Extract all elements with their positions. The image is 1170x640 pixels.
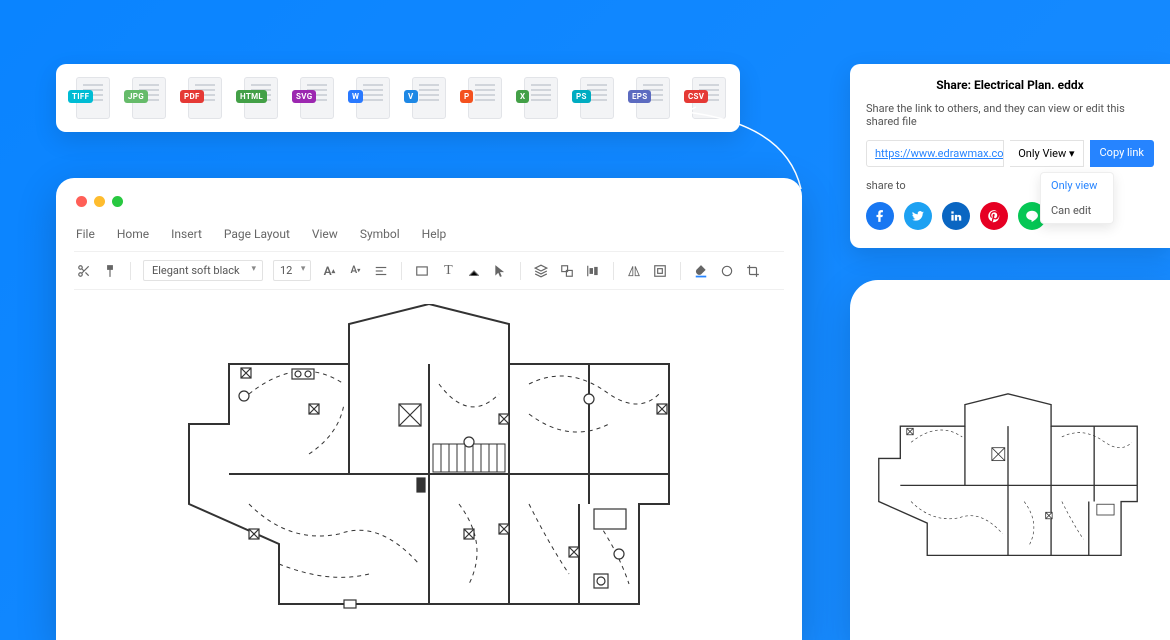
export-format-excel[interactable]: X: [518, 76, 558, 120]
share-description: Share the link to others, and they can v…: [866, 102, 1154, 128]
crop-icon[interactable]: [745, 263, 761, 279]
export-format-word[interactable]: W: [350, 76, 390, 120]
font-select[interactable]: Elegant soft black: [143, 260, 263, 281]
export-format-html[interactable]: HTML: [238, 76, 278, 120]
permission-select[interactable]: Only View ▾: [1010, 140, 1083, 167]
electrical-floorplan-mobile: [868, 380, 1148, 580]
format-label: V: [404, 90, 418, 103]
menu-page-layout[interactable]: Page Layout: [224, 227, 290, 241]
format-label: EPS: [628, 90, 651, 103]
format-label: CSV: [684, 90, 708, 103]
export-format-ppt[interactable]: P: [462, 76, 502, 120]
export-format-csv[interactable]: CSV: [686, 76, 726, 120]
permission-option-view[interactable]: Only view: [1041, 173, 1113, 198]
font-decrease-icon[interactable]: A▾: [347, 263, 363, 279]
font-increase-icon[interactable]: A▴: [321, 263, 337, 279]
font-size-select[interactable]: 12: [273, 260, 311, 281]
menu-home[interactable]: Home: [117, 227, 149, 241]
export-format-ps[interactable]: PS: [574, 76, 614, 120]
app-window: File Home Insert Page Layout View Symbol…: [56, 178, 802, 640]
close-window-icon[interactable]: [76, 196, 87, 207]
export-format-pdf[interactable]: PDF: [182, 76, 222, 120]
rectangle-tool-icon[interactable]: [414, 263, 430, 279]
text-tool-icon[interactable]: T: [440, 263, 456, 279]
phone-mockup: [850, 280, 1170, 640]
maximize-window-icon[interactable]: [112, 196, 123, 207]
format-painter-icon[interactable]: [102, 263, 118, 279]
menu-view[interactable]: View: [312, 227, 338, 241]
share-linkedin-icon[interactable]: [942, 202, 970, 230]
copy-link-button[interactable]: Copy link: [1090, 140, 1154, 167]
fill-color-icon[interactable]: [693, 263, 709, 279]
export-format-eps[interactable]: EPS: [630, 76, 670, 120]
menu-help[interactable]: Help: [422, 227, 447, 241]
group-icon[interactable]: [559, 263, 575, 279]
distribute-icon[interactable]: [585, 263, 601, 279]
share-link-row: https://www.edrawmax.com/online/files On…: [866, 140, 1154, 167]
line-style-icon[interactable]: [719, 263, 735, 279]
format-label: PS: [572, 90, 591, 103]
flip-icon[interactable]: [626, 263, 642, 279]
menu-insert[interactable]: Insert: [171, 227, 202, 241]
export-format-svg[interactable]: SVG: [294, 76, 334, 120]
export-formats-bar: TIFF JPG PDF HTML SVG W V P X PS EPS CSV: [56, 64, 740, 132]
line-tool-icon[interactable]: [466, 263, 482, 279]
electrical-floorplan: [169, 304, 689, 624]
share-pinterest-icon[interactable]: [980, 202, 1008, 230]
permission-option-edit[interactable]: Can edit: [1041, 198, 1113, 223]
menu-bar: File Home Insert Page Layout View Symbol…: [74, 221, 784, 252]
pointer-tool-icon[interactable]: [492, 263, 508, 279]
size-icon[interactable]: [652, 263, 668, 279]
share-twitter-icon[interactable]: [904, 202, 932, 230]
format-label: W: [348, 90, 363, 103]
export-format-jpg[interactable]: JPG: [126, 76, 166, 120]
cut-icon[interactable]: [76, 263, 92, 279]
traffic-lights: [74, 196, 784, 207]
menu-file[interactable]: File: [76, 227, 95, 241]
format-label: P: [460, 90, 473, 103]
export-format-visio[interactable]: V: [406, 76, 446, 120]
export-format-tiff[interactable]: TIFF: [70, 76, 110, 120]
format-label: PDF: [180, 90, 204, 103]
share-url-field[interactable]: https://www.edrawmax.com/online/files: [866, 140, 1004, 167]
format-label: SVG: [292, 90, 316, 103]
align-icon[interactable]: [373, 263, 389, 279]
format-label: X: [516, 90, 529, 103]
layers-icon[interactable]: [533, 263, 549, 279]
minimize-window-icon[interactable]: [94, 196, 105, 207]
format-label: TIFF: [68, 90, 93, 103]
format-label: HTML: [236, 90, 267, 103]
share-title: Share: Electrical Plan. eddx: [866, 78, 1154, 92]
permission-dropdown: Only view Can edit: [1040, 172, 1114, 224]
share-panel: Share: Electrical Plan. eddx Share the l…: [850, 64, 1170, 248]
canvas[interactable]: [74, 290, 784, 640]
menu-symbol[interactable]: Symbol: [360, 227, 400, 241]
format-label: JPG: [124, 90, 148, 103]
toolbar: Elegant soft black 12 A▴ A▾ T: [74, 252, 784, 290]
share-facebook-icon[interactable]: [866, 202, 894, 230]
